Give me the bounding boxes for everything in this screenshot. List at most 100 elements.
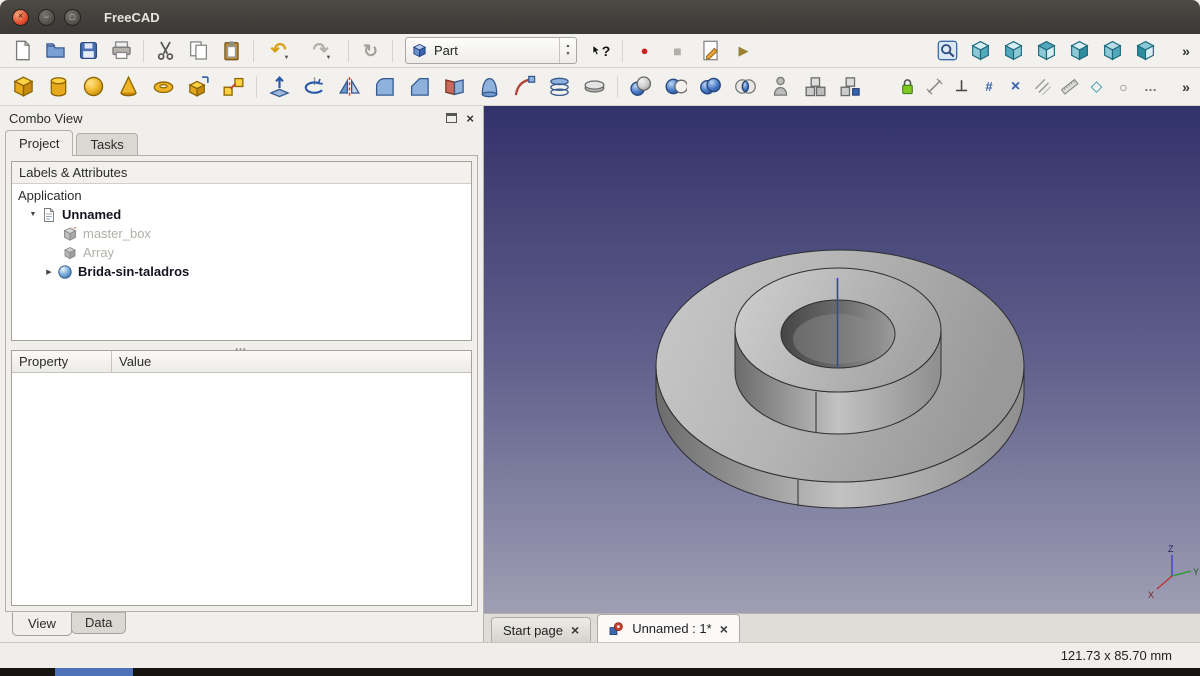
- measure-toolbar-cluster: ⊥ # × ◇ ○ …: [894, 72, 1164, 102]
- part-cone-button[interactable]: [111, 72, 146, 102]
- freecad-window: × − □ FreeCAD ↶▼ ↷▼ ↻ Part ▲▼ ? ● ■ ▶: [0, 0, 1200, 676]
- macro-edit-button[interactable]: [694, 37, 727, 65]
- workbench-spin-buttons[interactable]: ▲▼: [559, 38, 576, 63]
- measure-lock-button[interactable]: [894, 72, 921, 102]
- measure-toggle-all-button[interactable]: [1029, 72, 1056, 102]
- redo-button[interactable]: ↷▼: [301, 37, 343, 65]
- expander-open-icon[interactable]: ▼: [27, 211, 39, 218]
- part-mirror-button[interactable]: [332, 72, 367, 102]
- part-revolve-button[interactable]: [297, 72, 332, 102]
- part-fillet-button[interactable]: [367, 72, 402, 102]
- macro-record-button[interactable]: ●: [628, 37, 661, 65]
- more-options-button[interactable]: …: [1137, 72, 1164, 102]
- new-document-button[interactable]: [6, 37, 39, 65]
- close-tab-icon[interactable]: ×: [571, 623, 579, 637]
- expander-closed-icon[interactable]: ▶: [43, 268, 55, 276]
- save-button[interactable]: [72, 37, 105, 65]
- float-panel-icon[interactable]: [446, 113, 457, 123]
- property-column-header[interactable]: Property: [12, 351, 112, 372]
- view-isometric-button[interactable]: [964, 37, 997, 65]
- refresh-button[interactable]: ↻: [354, 37, 387, 65]
- part-cylinder-button[interactable]: [41, 72, 76, 102]
- cut-button[interactable]: [149, 37, 182, 65]
- part-cross-sections-button[interactable]: [577, 72, 612, 102]
- part-compound-button[interactable]: [798, 72, 833, 102]
- close-panel-icon[interactable]: ×: [466, 111, 474, 126]
- window-minimize-button[interactable]: −: [38, 9, 55, 26]
- part-sphere-button[interactable]: [76, 72, 111, 102]
- part-shapebuilder-button[interactable]: [216, 72, 251, 102]
- viewport-3d[interactable]: Z Y X: [484, 106, 1200, 613]
- print-button[interactable]: [105, 37, 138, 65]
- part-primitives-button[interactable]: [181, 72, 216, 102]
- ruler-icon: [1060, 77, 1079, 96]
- view-front-button[interactable]: [997, 37, 1030, 65]
- part-compound-filter-button[interactable]: [833, 72, 868, 102]
- part-box-button[interactable]: [6, 72, 41, 102]
- macro-stop-button[interactable]: ■: [661, 37, 694, 65]
- whats-this-button[interactable]: ?: [584, 37, 617, 65]
- paste-button[interactable]: [215, 37, 248, 65]
- mirror-icon: [338, 75, 361, 98]
- part-union-button[interactable]: [693, 72, 728, 102]
- part-section-button[interactable]: [542, 72, 577, 102]
- part-boolean-button[interactable]: [623, 72, 658, 102]
- part-loft-button[interactable]: [472, 72, 507, 102]
- tab-view[interactable]: View: [12, 612, 72, 636]
- open-button[interactable]: [39, 37, 72, 65]
- tree-item-unnamed[interactable]: ▼ Unnamed: [12, 205, 471, 224]
- copy-button[interactable]: [182, 37, 215, 65]
- part-chamfer-button[interactable]: [402, 72, 437, 102]
- toolbar-separator: [256, 76, 257, 98]
- toolbar-overflow-icon[interactable]: »: [1178, 79, 1194, 95]
- part-toolbar: ⊥ # × ◇ ○ … »: [0, 68, 1200, 106]
- tab-start-page[interactable]: Start page ×: [491, 617, 591, 642]
- measure-linear-button[interactable]: [921, 72, 948, 102]
- measure-clear-button[interactable]: ×: [1002, 72, 1029, 102]
- tab-data[interactable]: Data: [71, 612, 126, 634]
- part-intersection-button[interactable]: [728, 72, 763, 102]
- undo-button[interactable]: ↶▼: [259, 37, 301, 65]
- splitter-handle[interactable]: …: [11, 341, 472, 350]
- view-rear-button[interactable]: [1096, 37, 1129, 65]
- tab-tasks[interactable]: Tasks: [76, 133, 137, 156]
- tree-item-brida[interactable]: ▶ Brida-sin-taladros: [12, 262, 471, 281]
- value-column-header[interactable]: Value: [112, 351, 471, 372]
- fit-all-button[interactable]: [931, 37, 964, 65]
- measure-refresh-button[interactable]: #: [975, 72, 1002, 102]
- undo-dropdown-icon[interactable]: ▼: [283, 55, 289, 61]
- tree-content[interactable]: Application ▼ Unnamed master_box A: [12, 184, 471, 340]
- view-right-button[interactable]: [1063, 37, 1096, 65]
- window-maximize-button[interactable]: □: [64, 9, 81, 26]
- toolbar-separator: [622, 40, 623, 62]
- view-top-button[interactable]: [1030, 37, 1063, 65]
- tab-project[interactable]: Project: [5, 130, 73, 156]
- property-table-body[interactable]: [12, 373, 471, 605]
- toolbar-overflow-icon[interactable]: »: [1178, 43, 1194, 59]
- part-cut-button[interactable]: [658, 72, 693, 102]
- close-tab-icon[interactable]: ×: [720, 622, 728, 636]
- part-check-geometry-button[interactable]: [763, 72, 798, 102]
- model-flange[interactable]: Z Y X: [484, 106, 1200, 613]
- measure-angular-button[interactable]: ⊥: [948, 72, 975, 102]
- tree-item-array[interactable]: Array: [12, 243, 471, 262]
- tab-unnamed-document[interactable]: Unnamed : 1* ×: [597, 614, 740, 642]
- sweep-icon: [513, 75, 536, 98]
- part-extrude-button[interactable]: [262, 72, 297, 102]
- property-editor: Property Value: [11, 350, 472, 606]
- ellipsis-icon: …: [1144, 80, 1157, 93]
- vertex-button[interactable]: ○: [1110, 72, 1137, 102]
- boolean-spheres-icon: [629, 75, 652, 98]
- window-close-button[interactable]: ×: [12, 9, 29, 26]
- macro-execute-button[interactable]: ▶: [727, 37, 760, 65]
- defeaturing-button[interactable]: ◇: [1083, 72, 1110, 102]
- tree-item-master-box[interactable]: master_box: [12, 224, 471, 243]
- redo-dropdown-icon[interactable]: ▼: [325, 55, 331, 61]
- measure-toggle-delta-button[interactable]: [1056, 72, 1083, 102]
- part-ruled-surface-button[interactable]: [437, 72, 472, 102]
- workbench-selector[interactable]: Part ▲▼: [405, 37, 577, 64]
- part-torus-button[interactable]: [146, 72, 181, 102]
- part-sweep-button[interactable]: [507, 72, 542, 102]
- tree-item-application[interactable]: Application: [12, 186, 471, 205]
- view-bottom-button[interactable]: [1129, 37, 1162, 65]
